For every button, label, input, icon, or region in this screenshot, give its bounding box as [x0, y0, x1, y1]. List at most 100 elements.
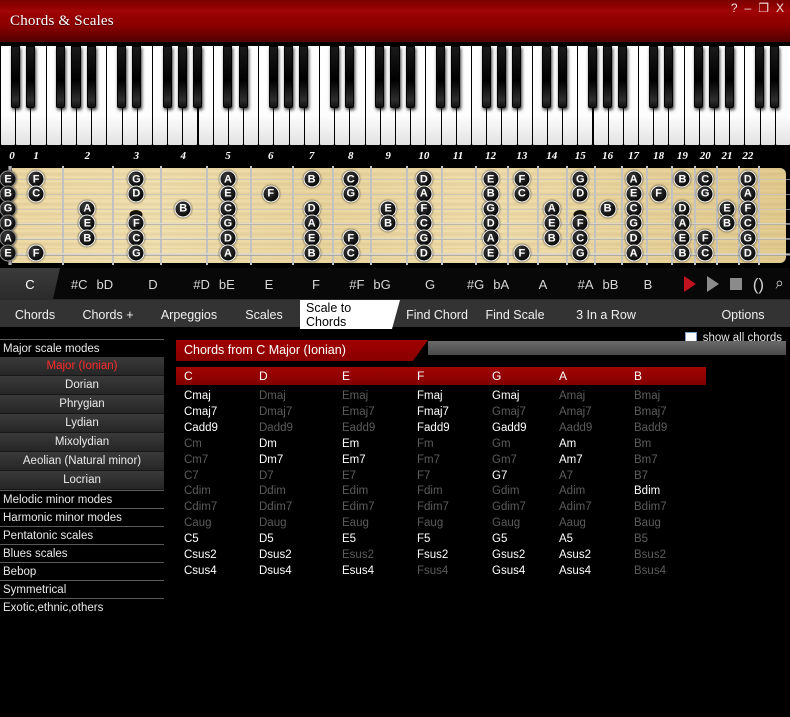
- sidebar-group-harmonic-minor-modes[interactable]: Harmonic minor modes: [0, 508, 164, 526]
- chord-cell[interactable]: Em: [342, 438, 359, 450]
- piano-keyboard[interactable]: [0, 46, 790, 146]
- chord-cell[interactable]: Fdim7: [417, 501, 449, 513]
- chord-cell[interactable]: Adim: [559, 485, 585, 497]
- fretboard-note[interactable]: B: [78, 229, 96, 247]
- fretboard-note[interactable]: E: [0, 244, 17, 262]
- piano-black-key[interactable]: [10, 46, 20, 108]
- chord-cell[interactable]: Fmaj7: [417, 406, 449, 418]
- piano-black-key[interactable]: [71, 46, 81, 108]
- fretboard-note[interactable]: B: [543, 229, 561, 247]
- piano-black-key[interactable]: [268, 46, 278, 108]
- fretboard-note[interactable]: C: [342, 244, 360, 262]
- piano-black-key[interactable]: [299, 46, 309, 108]
- chord-cell[interactable]: B5: [634, 533, 648, 545]
- chord-cell[interactable]: Emaj: [342, 390, 368, 402]
- key-tab-C[interactable]: C: [0, 268, 60, 300]
- tab-chords-[interactable]: Chords +: [70, 300, 146, 329]
- chord-cell[interactable]: Badd9: [634, 422, 667, 434]
- fretboard-note[interactable]: D: [739, 244, 757, 262]
- piano-black-key[interactable]: [116, 46, 127, 108]
- chord-cell[interactable]: Cadd9: [184, 422, 218, 434]
- chord-cell[interactable]: Amaj7: [559, 406, 592, 418]
- navigation-tabs[interactable]: Chords Chords + Arpeggios Scales Scale to Ch…: [0, 300, 790, 329]
- key-tab-sharp-F[interactable]: #F bG: [340, 268, 400, 300]
- chord-cell[interactable]: B7: [634, 470, 648, 482]
- piano-black-key[interactable]: [86, 46, 96, 108]
- key-tab-A[interactable]: A: [516, 268, 570, 300]
- fretboard-note[interactable]: B: [673, 170, 691, 188]
- fretboard-note[interactable]: B: [303, 170, 321, 188]
- chord-cell[interactable]: E5: [342, 533, 356, 545]
- key-tab-B[interactable]: B: [626, 268, 670, 300]
- chord-cell[interactable]: C7: [184, 470, 199, 482]
- chord-cell[interactable]: Gm: [492, 438, 511, 450]
- chord-cell[interactable]: Dmaj7: [259, 406, 292, 418]
- fretboard-note[interactable]: E: [482, 244, 500, 262]
- fretboard-note[interactable]: D: [571, 185, 589, 203]
- chord-cell[interactable]: Baug: [634, 517, 661, 529]
- fretboard[interactable]: EBGDAEFCFAEBGDFCGBAECGDAFBDAEBCGFCEBDAFC…: [0, 166, 790, 266]
- piano-black-key[interactable]: [648, 46, 658, 108]
- piano-black-key[interactable]: [511, 46, 522, 108]
- chord-cell[interactable]: Cmaj: [184, 390, 211, 402]
- scale-category-sidebar[interactable]: Major scale modes Major (Ionian) Dorian Phr…: [0, 339, 164, 616]
- sidebar-group-bebop[interactable]: Bebop: [0, 562, 164, 580]
- piano-black-key[interactable]: [390, 46, 400, 108]
- fretboard-note[interactable]: G: [571, 244, 589, 262]
- tab-3-in-a-row[interactable]: 3 In a Row: [558, 300, 654, 329]
- piano-black-key[interactable]: [587, 46, 598, 108]
- fretboard-note[interactable]: B: [599, 200, 617, 218]
- chord-cell[interactable]: Adim7: [559, 501, 592, 513]
- sidebar-group-pentatonic-scales[interactable]: Pentatonic scales: [0, 526, 164, 544]
- piano-black-key[interactable]: [496, 46, 506, 108]
- piano-black-key[interactable]: [542, 46, 552, 108]
- chord-cell[interactable]: Dsus2: [259, 549, 292, 561]
- chord-cell[interactable]: G5: [492, 533, 507, 545]
- tab-chords[interactable]: Chords: [4, 300, 66, 329]
- tab-find-chord[interactable]: Find Chord: [400, 300, 474, 329]
- sidebar-mode-aeolian-natural-minor-[interactable]: Aeolian (Natural minor): [0, 452, 164, 471]
- chord-cell[interactable]: Bmaj: [634, 390, 660, 402]
- tab-options[interactable]: Options: [700, 300, 786, 329]
- chord-cell[interactable]: Fmaj: [417, 390, 443, 402]
- fretboard-note[interactable]: F: [27, 244, 45, 262]
- fretboard-note[interactable]: A: [219, 244, 237, 262]
- sidebar-mode-phrygian[interactable]: Phrygian: [0, 395, 164, 414]
- chord-cell[interactable]: Dadd9: [259, 422, 293, 434]
- fretboard-note[interactable]: C: [513, 185, 531, 203]
- piano-black-key[interactable]: [618, 46, 628, 108]
- play-icon[interactable]: [706, 276, 719, 292]
- chord-cell[interactable]: Dm7: [259, 454, 283, 466]
- chord-cell[interactable]: Faug: [417, 517, 443, 529]
- chord-cell[interactable]: F7: [417, 470, 430, 482]
- chord-cell[interactable]: Ddim7: [259, 501, 292, 513]
- chord-cell[interactable]: Fdim: [417, 485, 443, 497]
- chord-cell[interactable]: Gaug: [492, 517, 520, 529]
- piano-black-key[interactable]: [603, 46, 613, 108]
- sidebar-group-symmetrical[interactable]: Symmetrical: [0, 580, 164, 598]
- chord-cell[interactable]: Gm7: [492, 454, 517, 466]
- fretboard-note[interactable]: B: [174, 200, 192, 218]
- chord-cell[interactable]: G7: [492, 470, 507, 482]
- chord-cell[interactable]: Cm7: [184, 454, 208, 466]
- chord-cell[interactable]: Fsus2: [417, 549, 448, 561]
- chord-cell[interactable]: Gdim: [492, 485, 519, 497]
- chord-cell[interactable]: Dmaj: [259, 390, 286, 402]
- fretboard-note[interactable]: G: [127, 244, 145, 262]
- tab-find-scale[interactable]: Find Scale: [476, 300, 554, 329]
- chord-cell[interactable]: Fm: [417, 438, 434, 450]
- chord-cell[interactable]: A7: [559, 470, 573, 482]
- chord-cell[interactable]: C5: [184, 533, 199, 545]
- sidebar-mode-major-ionian-[interactable]: Major (Ionian): [0, 357, 164, 376]
- chord-cell[interactable]: Em7: [342, 454, 366, 466]
- chord-cell[interactable]: Bsus4: [634, 565, 666, 577]
- piano-black-key[interactable]: [25, 46, 35, 108]
- piano-black-key[interactable]: [724, 46, 734, 108]
- chord-cell[interactable]: Bmaj7: [634, 406, 667, 418]
- chord-cell[interactable]: Emaj7: [342, 406, 375, 418]
- chord-cell[interactable]: Edim7: [342, 501, 375, 513]
- chord-cell[interactable]: Gsus2: [492, 549, 525, 561]
- piano-black-key[interactable]: [344, 46, 354, 108]
- chord-cell[interactable]: D7: [259, 470, 274, 482]
- maximize-icon[interactable]: ❐: [758, 2, 769, 14]
